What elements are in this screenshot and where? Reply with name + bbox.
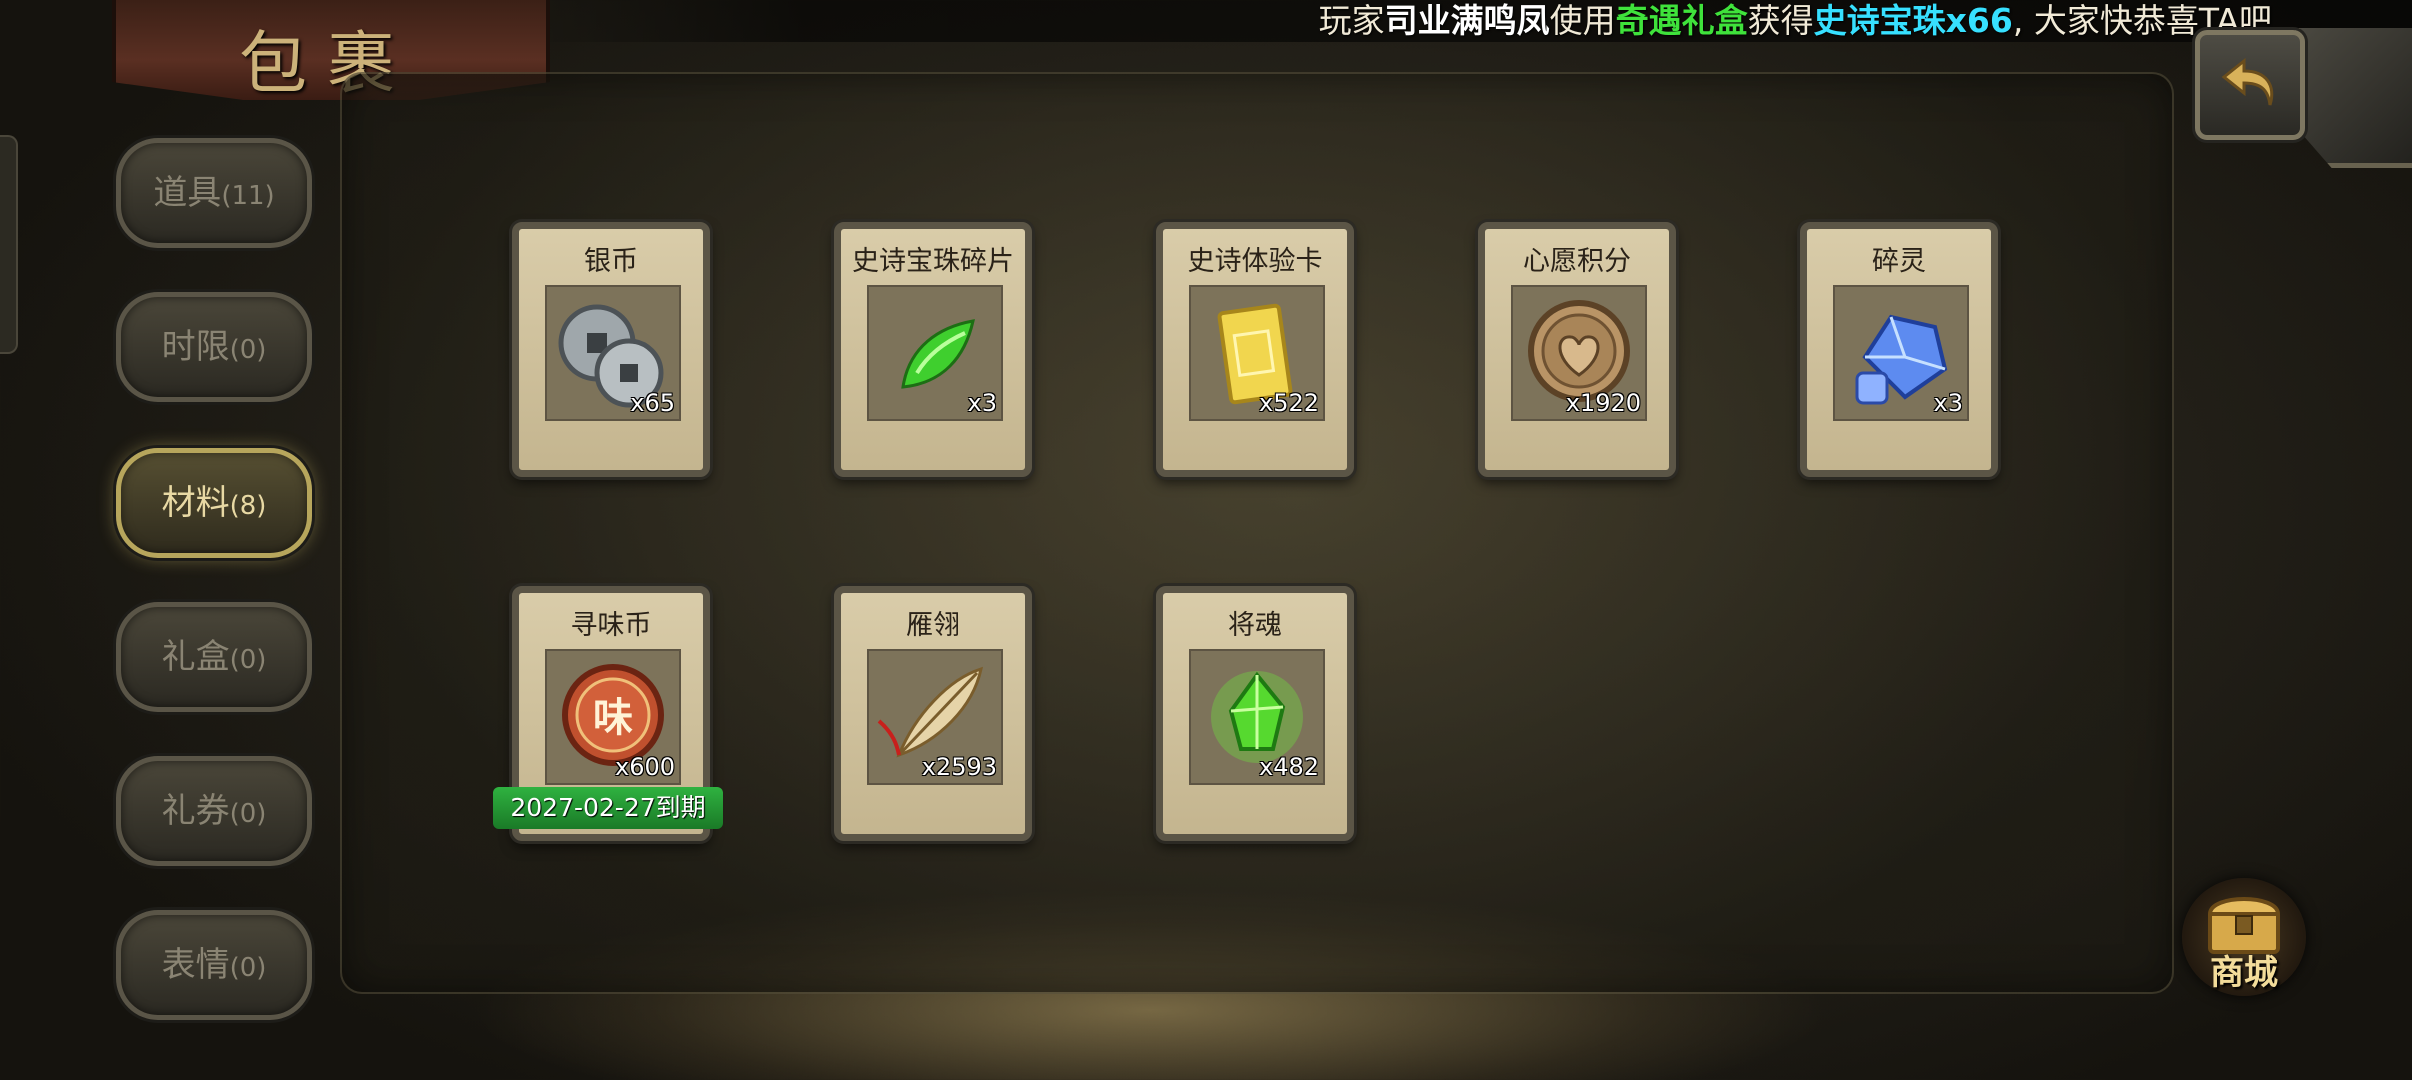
item-quantity: x2593 xyxy=(921,753,997,781)
item-quantity: x600 xyxy=(614,753,675,781)
item-quantity: x3 xyxy=(967,389,997,417)
item-card[interactable]: 将魂 x482 xyxy=(1156,586,1354,841)
announcement-ticker: 玩家司业满鸣凤使用奇遇礼盒获得史诗宝珠x66, 大家快恭喜TA吧 xyxy=(520,0,2412,42)
back-button[interactable] xyxy=(2195,30,2305,140)
item-icon-slot: x2593 xyxy=(867,649,1003,785)
item-card[interactable]: 碎灵 x3 xyxy=(1800,222,1998,477)
corner-ornament xyxy=(2295,28,2412,168)
item-icon-slot: 味 x600 xyxy=(545,649,681,785)
tab-items[interactable]: 道具(11) xyxy=(116,138,312,248)
tab-label: 礼券 xyxy=(161,791,230,831)
shop-button[interactable]: 商城 xyxy=(2182,878,2306,996)
tab-label: 道具 xyxy=(153,173,222,213)
tab-label: 礼盒 xyxy=(161,637,230,677)
ticker-prefix: 玩家 xyxy=(1318,1,1385,40)
tab-emotes[interactable]: 表情(0) xyxy=(116,910,312,1020)
side-handle[interactable] xyxy=(0,135,18,354)
item-quantity: x3 xyxy=(1933,389,1963,417)
tab-label: 时限 xyxy=(161,327,230,367)
tab-count: (0) xyxy=(229,335,267,365)
item-quantity: x1920 xyxy=(1565,389,1641,417)
tab-gift-boxes[interactable]: 礼盒(0) xyxy=(116,602,312,712)
tab-count: (0) xyxy=(229,645,267,675)
item-name: 将魂 xyxy=(1228,610,1282,641)
tab-vouchers[interactable]: 礼券(0) xyxy=(116,756,312,866)
item-quantity: x522 xyxy=(1258,389,1319,417)
item-icon-slot: x1920 xyxy=(1511,285,1647,421)
ticker-item-used: 奇遇礼盒 xyxy=(1615,1,1748,40)
expiry-badge: 2027-02-27到期 xyxy=(493,787,723,829)
tab-label: 表情 xyxy=(161,945,230,985)
shop-label: 商城 xyxy=(2210,953,2278,993)
item-icon-slot: x522 xyxy=(1189,285,1325,421)
item-quantity: x482 xyxy=(1258,753,1319,781)
tab-materials[interactable]: 材料(8) xyxy=(116,448,312,558)
item-icon-slot: x65 xyxy=(545,285,681,421)
item-quantity: x65 xyxy=(630,389,675,417)
tab-label: 材料 xyxy=(161,483,230,523)
item-card[interactable]: 史诗宝珠碎片 x3 xyxy=(834,222,1032,477)
item-name: 雁翎 xyxy=(906,610,960,641)
ticker-player-name: 司业满鸣凤 xyxy=(1384,1,1550,40)
item-name: 史诗体验卡 xyxy=(1187,246,1323,277)
tab-count: (0) xyxy=(229,953,267,983)
item-icon-slot: x3 xyxy=(867,285,1003,421)
tab-timed[interactable]: 时限(0) xyxy=(116,292,312,402)
item-icon-slot: x482 xyxy=(1189,649,1325,785)
item-card[interactable]: 史诗体验卡 x522 xyxy=(1156,222,1354,477)
back-arrow-icon xyxy=(2221,57,2274,106)
item-icon-slot: x3 xyxy=(1833,285,1969,421)
tab-count: (8) xyxy=(229,491,267,521)
tab-count: (0) xyxy=(229,799,267,829)
ticker-item-got: 史诗宝珠x66 xyxy=(1813,1,2013,40)
item-name: 银币 xyxy=(584,246,638,277)
item-card[interactable]: 雁翎 x2593 xyxy=(834,586,1032,841)
ticker-middle1: 使用 xyxy=(1549,1,1616,40)
item-name: 心愿积分 xyxy=(1523,246,1631,277)
item-name: 史诗宝珠碎片 xyxy=(852,246,1014,277)
ticker-middle2: 获得 xyxy=(1747,1,1814,40)
item-card[interactable]: 心愿积分 x1920 xyxy=(1478,222,1676,477)
item-name: 寻味币 xyxy=(570,610,652,641)
item-name: 碎灵 xyxy=(1872,246,1926,277)
item-card[interactable]: 银币 x65 xyxy=(512,222,710,477)
tab-count: (11) xyxy=(221,181,275,211)
inventory-panel xyxy=(340,72,2174,994)
ticker-text: 玩家司业满鸣凤使用奇遇礼盒获得史诗宝珠x66, 大家快恭喜TA吧 xyxy=(1319,0,2272,42)
svg-text:味: 味 xyxy=(593,695,633,741)
